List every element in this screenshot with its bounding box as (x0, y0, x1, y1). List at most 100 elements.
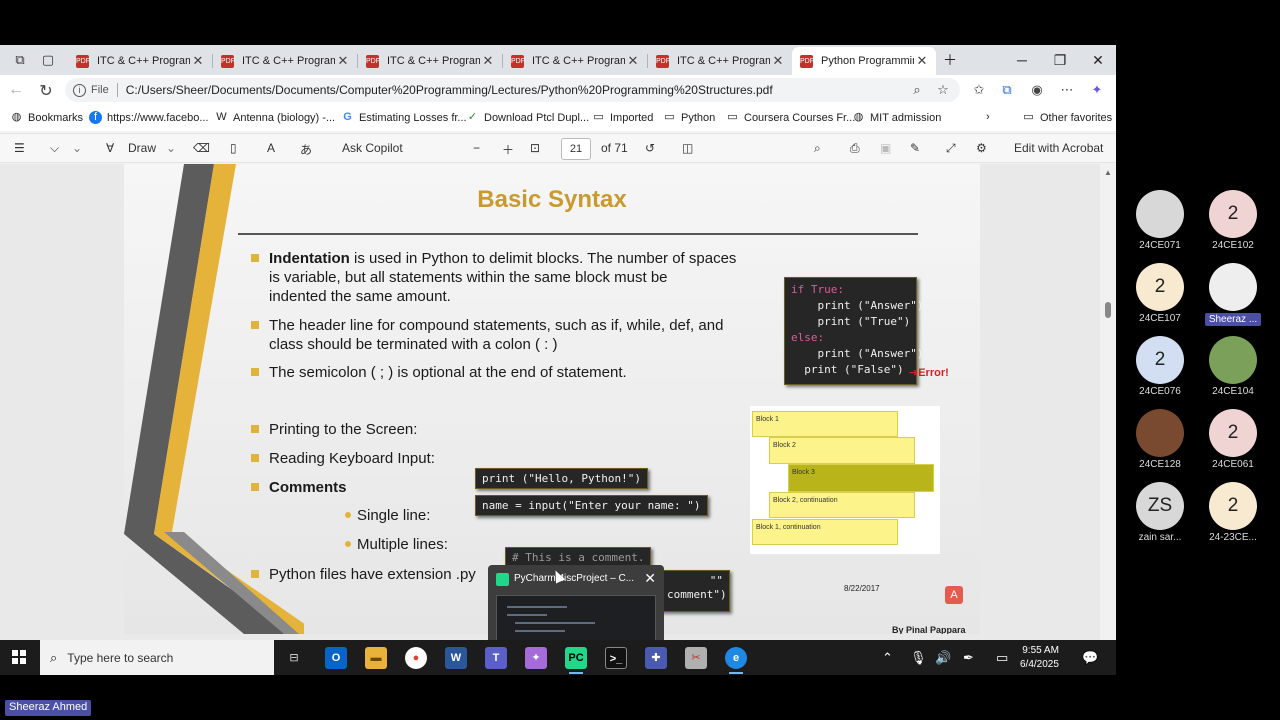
tab-2[interactable]: PDF ITC & C++ Programmi ✕ (213, 47, 357, 75)
fullscreen-icon[interactable]: ⤢ (946, 141, 956, 156)
bookmark-item[interactable]: ✓ Download Ptcl Dupl... (466, 111, 589, 124)
terminal-icon[interactable]: >_ (605, 647, 627, 669)
scroll-up-icon[interactable]: ▲ (1104, 168, 1112, 177)
bookmark-item[interactable]: ◍ Bookmarks (10, 111, 83, 124)
translate-icon[interactable]: あ (300, 141, 312, 158)
participant-tile[interactable]: ZS zain sar... (1130, 482, 1190, 543)
close-tab-icon[interactable]: ✕ (625, 53, 641, 69)
app-icon[interactable]: ✚ (645, 647, 667, 669)
chevron-down-icon[interactable]: ⌄ (166, 141, 176, 155)
close-tab-icon[interactable]: ✕ (770, 53, 786, 69)
edit-with-acrobat-button[interactable]: Edit with Acrobat (1014, 141, 1103, 155)
bookmark-item[interactable]: W Antenna (biology) -... (215, 111, 335, 124)
zoom-in-icon[interactable]: ＋ (502, 141, 514, 158)
page-number-input[interactable]: 21 (561, 138, 591, 160)
back-arrow-icon[interactable]: ← (6, 81, 26, 99)
word-icon[interactable]: W (445, 647, 467, 669)
text-box-icon[interactable]: ▯ (230, 141, 237, 155)
close-tab-icon[interactable]: ✕ (914, 53, 930, 69)
draw-button[interactable]: Draw (128, 141, 156, 155)
rotate-icon[interactable]: ↺ (645, 141, 655, 155)
copilot-app-icon[interactable]: ✦ (525, 647, 547, 669)
vertical-scrollbar[interactable]: ▲ ▼ (1100, 164, 1116, 675)
taskbar-search-input[interactable]: ⌕ Type here to search (40, 640, 274, 675)
bookmark-item[interactable]: ▭ Imported (592, 111, 653, 124)
file-explorer-icon[interactable]: ▬ (365, 647, 387, 669)
zoom-out-icon[interactable]: − (473, 141, 480, 155)
participant-tile[interactable]: 2 24CE107 (1130, 263, 1190, 324)
ask-copilot-button[interactable]: Ask Copilot (342, 141, 403, 155)
bookmark-item[interactable]: G Estimating Losses fr... (341, 111, 466, 124)
notifications-icon[interactable]: 💬 (1082, 650, 1098, 666)
volume-icon[interactable]: 🔊 (935, 650, 951, 666)
participant-tile[interactable]: 24CE071 (1130, 190, 1190, 251)
participant-tile[interactable]: 24CE128 (1130, 409, 1190, 470)
highlight-icon[interactable]: ⌵ (50, 141, 59, 156)
close-tab-icon[interactable]: ✕ (190, 53, 206, 69)
bookmark-item[interactable]: ▭ Coursera Courses Fr... (726, 111, 855, 124)
more-icon[interactable]: ⋯ (1058, 82, 1076, 98)
tab-4[interactable]: PDF ITC & C++ Programmi ✕ (503, 47, 647, 75)
settings-gear-icon[interactable]: ⚙ (976, 141, 987, 155)
scrollbar-thumb[interactable] (1105, 302, 1111, 318)
task-view-icon[interactable]: ⊟ (283, 647, 305, 669)
close-icon[interactable]: ✕ (644, 570, 656, 587)
tab-1[interactable]: PDF ITC & C++ Programmi ✕ (68, 47, 212, 75)
bookmark-item[interactable]: f https://www.facebo... (89, 111, 209, 124)
copilot-icon[interactable]: ✦ (1088, 82, 1106, 98)
fit-page-icon[interactable]: ⊡ (530, 141, 540, 155)
restore-button[interactable]: ❐ (1042, 49, 1078, 71)
windows-start-icon[interactable] (12, 650, 26, 664)
acrobat-icon[interactable]: A (945, 586, 963, 604)
tab-3[interactable]: PDF ITC & C++ Programmi ✕ (358, 47, 502, 75)
draw-icon[interactable]: ∀ (106, 141, 114, 155)
teams-icon[interactable]: T (485, 647, 507, 669)
save-icon[interactable]: ▣ (880, 141, 891, 155)
refresh-icon[interactable]: ↻ (36, 81, 56, 101)
tab-5[interactable]: PDF ITC & C++ Programmi ✕ (648, 47, 792, 75)
chevron-down-icon[interactable]: ⌄ (72, 141, 82, 155)
participant-tile[interactable]: 2 24CE102 (1203, 190, 1263, 251)
collections-icon[interactable]: ⧉ (998, 82, 1016, 98)
zoom-icon[interactable]: ⌕ (908, 82, 926, 98)
url-text[interactable]: C:/Users/Sheer/Documents/Documents/Compu… (126, 83, 773, 97)
outlook-icon[interactable]: O (325, 647, 347, 669)
search-icon[interactable]: ⌕ (814, 141, 821, 156)
participant-tile[interactable]: 2 24CE061 (1203, 409, 1263, 470)
bookmark-item[interactable]: ▭ Other favorites (1022, 111, 1112, 124)
tab-actions-icon[interactable]: ▢ (40, 52, 56, 68)
bookmark-item[interactable]: ◍ MIT admission (852, 111, 942, 124)
pycharm-taskbar-icon[interactable]: PC (565, 647, 587, 669)
profile-avatar-icon[interactable]: ◉ (1028, 82, 1046, 98)
address-field[interactable]: i File C:/Users/Sheer/Documents/Document… (65, 78, 960, 102)
favorites-icon[interactable]: ✩ (970, 82, 988, 98)
new-tab-button[interactable]: ＋ (932, 49, 968, 71)
bookmark-item[interactable]: ▭ Python (663, 111, 715, 124)
workspaces-icon[interactable]: ⧉ (12, 52, 28, 68)
participant-tile[interactable]: 24CE104 (1203, 336, 1263, 397)
contents-icon[interactable]: ☰ (14, 141, 25, 155)
save-as-icon[interactable]: ✎ (910, 141, 920, 155)
info-icon[interactable]: i (73, 83, 86, 97)
pen-icon[interactable]: ✒ (963, 650, 974, 666)
eraser-icon[interactable]: ⌫ (193, 141, 210, 155)
microphone-icon[interactable]: 🎙 (910, 650, 927, 666)
participant-tile[interactable]: 2 24-23CE... (1203, 482, 1263, 543)
minimize-button[interactable]: ─ (1004, 49, 1040, 71)
clock[interactable]: 9:55 AM 6/4/2025 (1020, 644, 1059, 672)
close-tab-icon[interactable]: ✕ (335, 53, 351, 69)
snipping-tool-icon[interactable]: ✂ (685, 647, 707, 669)
page-view-icon[interactable]: ◫ (682, 141, 693, 155)
print-icon[interactable]: ⎙ (850, 141, 860, 156)
edge-icon[interactable]: e (725, 647, 747, 669)
display-icon[interactable]: ▭ (996, 650, 1008, 666)
participant-tile[interactable]: 2 24CE076 (1130, 336, 1190, 397)
close-tab-icon[interactable]: ✕ (480, 53, 496, 69)
tab-6-active[interactable]: PDF Python Programming ✕ (792, 47, 936, 75)
participant-tile[interactable]: Sheeraz ... (1203, 263, 1263, 326)
chevron-up-icon[interactable]: ⌃ (882, 650, 893, 666)
chevron-right-icon[interactable]: › (986, 111, 990, 123)
favorite-star-icon[interactable]: ☆ (934, 82, 952, 98)
read-aloud-icon[interactable]: A (267, 141, 275, 155)
chrome-icon[interactable]: ● (405, 647, 427, 669)
